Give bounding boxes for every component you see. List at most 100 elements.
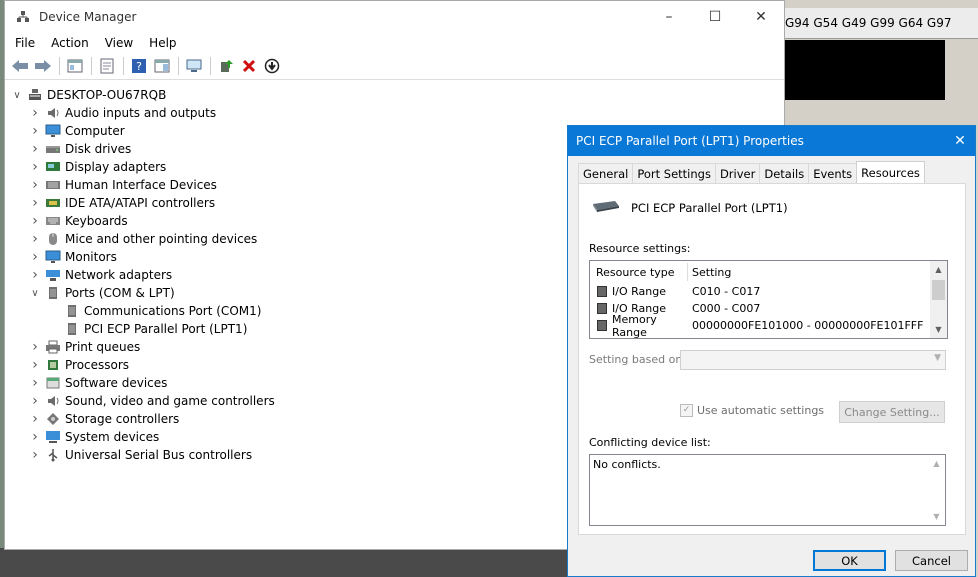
tree-device-label: PCI ECP Parallel Port (LPT1) (84, 322, 248, 336)
collapse-chevron-icon[interactable]: ∨ (11, 86, 23, 104)
device-header: PCI ECP Parallel Port (LPT1) (591, 198, 788, 217)
tab-resources[interactable]: Resources (856, 161, 925, 183)
expand-chevron-icon[interactable]: › (29, 356, 41, 374)
maximize-button[interactable]: ☐ (692, 1, 738, 33)
tree-category-label: Human Interface Devices (65, 178, 217, 192)
column-setting[interactable]: Setting (688, 266, 947, 279)
expand-chevron-icon[interactable]: › (29, 392, 41, 410)
hid-icon (45, 177, 61, 193)
column-resource-type[interactable]: Resource type (590, 266, 687, 279)
tab-port-settings[interactable]: Port Settings (632, 163, 716, 183)
conflicting-device-list-label: Conflicting device list: (589, 436, 711, 449)
chevron-down-icon: ▼ (934, 353, 941, 363)
tab-events[interactable]: Events (808, 163, 858, 183)
uninstall-icon[interactable] (238, 55, 260, 77)
port-icon (45, 285, 61, 301)
expand-chevron-icon[interactable]: › (29, 446, 41, 464)
properties-dialog: PCI ECP Parallel Port (LPT1) Properties … (567, 125, 976, 577)
scroll-down-icon[interactable]: ▼ (928, 508, 945, 525)
resource-row[interactable]: I/O Range C010 - C017 (590, 283, 947, 300)
printer-icon (45, 339, 61, 355)
tab-driver[interactable]: Driver (714, 163, 761, 183)
background-gcode-readout: G94 G54 G49 G99 G64 G97 (783, 8, 978, 39)
change-setting-button[interactable]: Change Setting... (839, 401, 945, 423)
update-driver-icon[interactable] (215, 55, 237, 77)
menu-file[interactable]: File (7, 36, 43, 50)
minimize-button[interactable]: – (646, 1, 692, 33)
expand-chevron-icon[interactable]: › (29, 122, 41, 140)
tree-root[interactable]: ∨ DESKTOP-OU67RQB (5, 86, 784, 104)
svg-text:?: ? (136, 60, 142, 73)
expand-chevron-icon[interactable]: › (29, 428, 41, 446)
action-pane-icon[interactable] (151, 55, 173, 77)
resource-chip-icon (596, 285, 612, 298)
help-icon[interactable]: ? (128, 55, 150, 77)
show-hide-console-tree-icon[interactable] (64, 55, 86, 77)
menu-view[interactable]: View (97, 36, 141, 50)
ide-icon (45, 195, 61, 211)
resource-type: Memory Range (612, 312, 657, 339)
tree-category-label: Disk drives (65, 142, 132, 156)
tree-category-label: Keyboards (65, 214, 128, 228)
ok-button[interactable]: OK (813, 550, 886, 571)
expand-chevron-icon[interactable]: › (29, 230, 41, 248)
dialog-title-bar: PCI ECP Parallel Port (LPT1) Properties … (568, 126, 975, 156)
conflicting-device-list[interactable]: No conflicts. ▲ ▼ (589, 454, 946, 526)
expand-chevron-icon[interactable]: › (29, 266, 41, 284)
tree-category-label: IDE ATA/ATAPI controllers (65, 196, 216, 210)
resource-list[interactable]: Resource type Setting I/O Range C010 - C0… (589, 260, 948, 339)
scroll-thumb[interactable] (932, 280, 945, 300)
resource-rows: I/O Range C010 - C017 I/O Range C000 - C007… (590, 283, 947, 338)
expand-chevron-icon[interactable]: › (29, 140, 41, 158)
expand-chevron-icon[interactable]: › (29, 374, 41, 392)
tree-category-label: Universal Serial Bus controllers (65, 448, 253, 462)
parallel-port-icon (591, 198, 621, 217)
toolbar: ? (5, 53, 784, 80)
close-button[interactable]: ✕ (738, 1, 784, 33)
menu-action[interactable]: Action (43, 36, 97, 50)
scroll-up-icon[interactable]: ▲ (928, 455, 945, 472)
tree-category-label: Audio inputs and outputs (65, 106, 217, 120)
resource-list-header: Resource type Setting (590, 261, 947, 283)
title-bar: Device Manager – ☐ ✕ (5, 1, 784, 33)
resource-row[interactable]: Memory Range 00000000FE101000 - 00000000F… (590, 313, 947, 338)
expand-chevron-icon[interactable]: › (29, 194, 41, 212)
scan-hardware-icon[interactable] (183, 55, 205, 77)
port-icon (64, 303, 80, 319)
menu-help[interactable]: Help (141, 36, 184, 50)
expand-chevron-icon[interactable]: › (29, 338, 41, 356)
properties-icon[interactable] (96, 55, 118, 77)
expand-chevron-icon[interactable]: › (29, 248, 41, 266)
expand-chevron-icon[interactable]: › (29, 104, 41, 122)
menu-bar: File Action View Help (5, 33, 784, 53)
resource-type-cell: Memory Range (590, 312, 687, 339)
back-icon[interactable] (9, 55, 31, 77)
scroll-up-icon[interactable]: ▲ (930, 261, 947, 278)
computer-name: DESKTOP-OU67RQB (47, 88, 167, 102)
tree-category-label: System devices (65, 430, 160, 444)
expand-chevron-icon[interactable]: › (29, 212, 41, 230)
speaker-icon (45, 393, 61, 409)
expand-chevron-icon[interactable]: › (29, 410, 41, 428)
toolbar-separator (91, 57, 92, 75)
forward-icon[interactable] (32, 55, 54, 77)
tree-category-label: Processors (65, 358, 130, 372)
cancel-button[interactable]: Cancel (895, 550, 968, 571)
expand-chevron-icon[interactable]: › (29, 176, 41, 194)
tree-category-audio-inputs-and-outputs[interactable]: › Audio inputs and outputs (5, 104, 784, 122)
setting-based-on-dropdown[interactable]: ▼ (680, 350, 946, 370)
dialog-close-button[interactable]: ✕ (945, 126, 975, 156)
monitor-icon (45, 123, 61, 139)
expand-chevron-icon[interactable]: › (29, 158, 41, 176)
tab-details[interactable]: Details (759, 163, 810, 183)
background-app-viewport (785, 40, 945, 100)
resource-list-scrollbar[interactable]: ▲ ▼ (930, 261, 947, 338)
conflicts-scrollbar[interactable]: ▲ ▼ (928, 455, 945, 525)
use-automatic-settings-checkbox[interactable]: ✓ Use automatic settings (680, 404, 824, 417)
disable-device-icon[interactable] (261, 55, 283, 77)
software-icon (45, 375, 61, 391)
window-title: Device Manager (39, 10, 137, 24)
tab-general[interactable]: General (578, 163, 634, 183)
collapse-chevron-icon[interactable]: ∨ (29, 284, 41, 302)
scroll-down-icon[interactable]: ▼ (930, 321, 947, 338)
